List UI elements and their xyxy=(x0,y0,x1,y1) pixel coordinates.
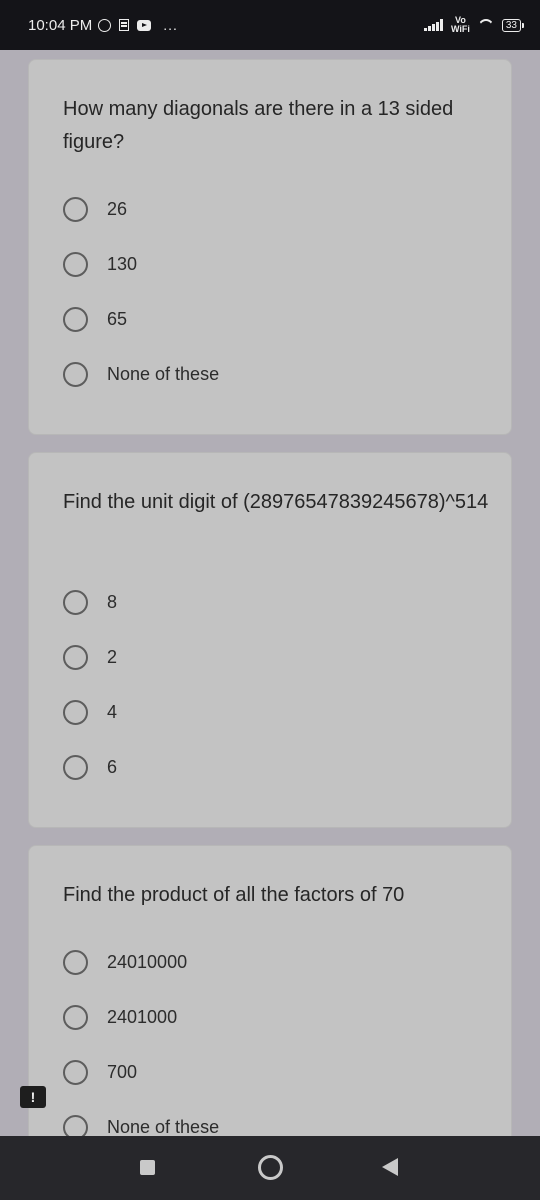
question-card: How many diagonals are there in a 13 sid… xyxy=(28,59,512,435)
question-card: Find the unit digit of (2897654783924567… xyxy=(28,452,512,828)
answer-option[interactable]: 24010000 xyxy=(63,946,187,978)
question-card: Find the product of all the factors of 7… xyxy=(28,845,512,1175)
answer-option[interactable]: None of these xyxy=(63,358,219,390)
wifi-icon xyxy=(478,19,494,31)
document-icon xyxy=(119,19,130,31)
radio-button[interactable] xyxy=(63,1004,88,1030)
system-icons: Vo WiFi 33 xyxy=(424,16,524,34)
status-bar: 10:04 PM ... Vo WiFi 33 xyxy=(0,0,540,50)
radio-button[interactable] xyxy=(63,699,88,725)
answer-option[interactable]: 2401000 xyxy=(63,1001,177,1033)
vowifi-label: Vo WiFi xyxy=(451,16,470,34)
option-label: 26 xyxy=(107,198,128,219)
option-label: 65 xyxy=(107,308,128,329)
back-icon[interactable] xyxy=(382,1158,398,1176)
option-label: 700 xyxy=(107,1061,138,1082)
battery-icon: 33 xyxy=(501,18,524,32)
answer-option[interactable]: 26 xyxy=(63,193,127,225)
radio-button[interactable] xyxy=(63,361,88,387)
navigation-bar xyxy=(0,1136,540,1200)
question-text: Find the unit digit of (2897654783924567… xyxy=(63,491,489,513)
option-label: 24010000 xyxy=(107,951,188,972)
answer-option[interactable]: 4 xyxy=(63,696,117,728)
whatsapp-icon xyxy=(98,18,112,32)
option-label: None of these xyxy=(107,1116,220,1137)
option-label: 8 xyxy=(107,591,118,612)
radio-button[interactable] xyxy=(63,1059,88,1085)
radio-button[interactable] xyxy=(63,644,88,670)
option-label: None of these xyxy=(107,363,220,384)
status-time: 10:04 PM xyxy=(28,16,93,34)
option-label: 130 xyxy=(107,253,138,274)
recents-icon[interactable] xyxy=(140,1160,155,1175)
question-text: Find the product of all the factors of 7… xyxy=(63,884,405,906)
home-icon[interactable] xyxy=(258,1155,283,1180)
vowifi-bottom: WiFi xyxy=(450,24,470,34)
option-label: 4 xyxy=(107,701,118,722)
radio-button[interactable] xyxy=(63,589,88,615)
answer-option[interactable]: 130 xyxy=(63,248,137,280)
radio-button[interactable] xyxy=(63,196,88,222)
signal-icon xyxy=(424,19,443,31)
battery-level: 33 xyxy=(501,18,521,32)
youtube-icon xyxy=(137,19,152,31)
more-notifications-icon: ... xyxy=(163,17,178,33)
question-text: How many diagonals are there in a 13 sid… xyxy=(63,98,454,153)
answer-option[interactable]: 6 xyxy=(63,751,117,783)
answer-option[interactable]: 65 xyxy=(63,303,127,335)
answer-option[interactable]: 8 xyxy=(63,586,117,618)
option-label: 2 xyxy=(107,646,118,667)
radio-button[interactable] xyxy=(63,949,88,975)
alert-badge[interactable]: ! xyxy=(20,1086,46,1108)
answer-option[interactable]: 2 xyxy=(63,641,117,673)
option-label: 2401000 xyxy=(107,1006,178,1027)
answer-option[interactable]: 700 xyxy=(63,1056,137,1088)
option-label: 6 xyxy=(107,756,118,777)
notification-icons: ... xyxy=(98,17,178,33)
radio-button[interactable] xyxy=(63,251,88,277)
radio-button[interactable] xyxy=(63,754,88,780)
radio-button[interactable] xyxy=(63,306,88,332)
